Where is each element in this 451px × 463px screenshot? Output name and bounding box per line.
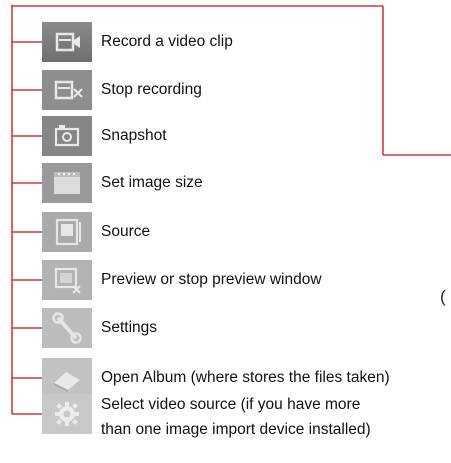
preview-window-icon[interactable] <box>42 260 92 300</box>
source-icon[interactable] <box>42 212 92 252</box>
camera-icon[interactable] <box>42 116 92 156</box>
menu-item-select-source[interactable]: Select video source (if you have more th… <box>0 392 451 442</box>
menu-item-stop-recording[interactable]: Stop recording <box>0 70 451 110</box>
gear-icon[interactable] <box>42 394 92 434</box>
open-album-label: Open Album (where stores the files taken… <box>101 369 390 386</box>
select-source-label-line1: Select video source (if you have more <box>101 396 361 413</box>
menu-item-preview[interactable]: Preview or stop preview window <box>0 260 451 300</box>
menu-item-settings[interactable]: Settings <box>0 308 451 348</box>
record-label: Record a video clip <box>101 33 233 50</box>
select-source-label: Select video source (if you have more th… <box>101 392 371 442</box>
video-camera-icon[interactable] <box>42 22 92 62</box>
edge-glyph: ( <box>440 287 446 306</box>
stop-recording-label: Stop recording <box>101 81 202 98</box>
preview-label: Preview or stop preview window <box>101 271 322 288</box>
wrench-icon[interactable] <box>42 308 92 348</box>
source-label: Source <box>101 223 151 240</box>
settings-label: Settings <box>101 319 158 336</box>
menu-item-record[interactable]: Record a video clip <box>0 22 451 62</box>
select-source-label-line2: than one image import device installed) <box>101 421 371 438</box>
menu-item-image-size[interactable]: Set image size <box>0 163 451 203</box>
image-size-label: Set image size <box>101 174 203 191</box>
menu-item-snapshot[interactable]: Snapshot <box>0 116 451 156</box>
menu-item-source[interactable]: Source <box>0 212 451 252</box>
image-size-icon[interactable] <box>42 163 92 203</box>
stop-recording-icon[interactable] <box>42 70 92 110</box>
snapshot-label: Snapshot <box>101 127 167 144</box>
